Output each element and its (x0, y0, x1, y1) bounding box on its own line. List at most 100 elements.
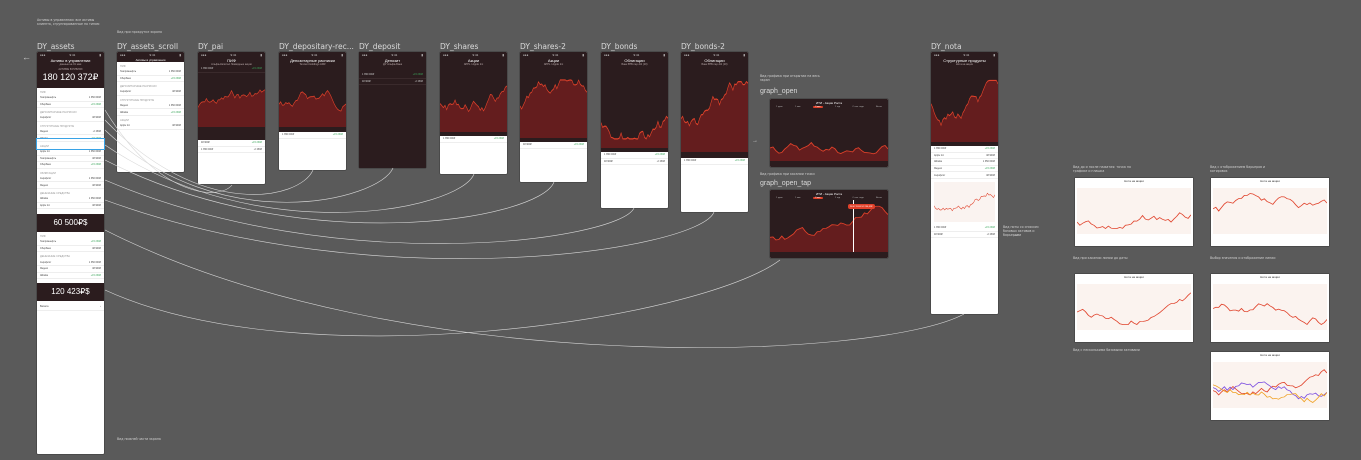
asset-name: Яндекс (40, 267, 49, 271)
note-scroll: Вид при прокрутке экрана (117, 30, 163, 34)
tab-period-active[interactable]: 3 мес (813, 197, 823, 199)
asset-value: 48 900₽ (92, 203, 101, 207)
back-arrow-icon[interactable]: ← (22, 52, 31, 62)
note-bottom: Вид нижней части экрана (117, 437, 161, 441)
basket-value: 48 900₽ (986, 153, 995, 157)
asset-row[interactable]: Яндекс -2 150₽ (37, 129, 104, 136)
shares2-chart[interactable] (520, 72, 587, 138)
asset-row[interactable]: Яндекс 48 900₽ (37, 182, 104, 189)
asset-change: +15 230₽ (90, 273, 101, 277)
tab-period[interactable]: 1 день (776, 106, 783, 108)
tab-period[interactable]: С нач. года (852, 197, 863, 199)
nota-panel-chart[interactable] (1212, 362, 1328, 408)
tab-period[interactable]: Всего (876, 106, 882, 108)
connector (104, 259, 781, 337)
detail-row: 1 350 000₽ +15 230₽ (198, 66, 265, 73)
assets-total-usd2: 120 423₽$ (51, 287, 90, 297)
asset-row[interactable]: Газпромнефть 1 350 000₽ (37, 95, 104, 102)
asset-row[interactable]: Apple Inc 48 900₽ (37, 203, 104, 210)
tab-period[interactable]: Всего (876, 197, 882, 199)
asset-name: Аэрофлот (40, 116, 52, 120)
asset-value: 1 350 000₽ (88, 177, 101, 181)
tab-period[interactable]: 1 день (776, 197, 783, 199)
nota-panel-chart[interactable] (1212, 284, 1328, 330)
asset-row[interactable]: Газпромнефть 48 900₽ (37, 156, 104, 163)
nota-panel-chart-line (1076, 292, 1192, 325)
tab-period[interactable]: 1 год (835, 197, 840, 199)
nota-panel-chart[interactable] (1076, 188, 1192, 234)
asset-value: 48 900₽ (92, 183, 101, 187)
nota-note-2: Вид с отображением барьеров и котировок (1210, 165, 1266, 173)
asset-row[interactable]: Газпромнефть 1 350 000₽ (117, 69, 184, 76)
section-structured: СТРУКТУРНЫЕ ПРОДУКТЫ (120, 98, 155, 102)
detail-change: +15 230₽ (573, 143, 584, 147)
tab-period-active[interactable]: 3 мес (813, 106, 823, 108)
design-canvas: DY_assets DY_assets_scroll DY_pai DY_dep… (0, 0, 1361, 460)
bonds2-chart[interactable] (681, 72, 748, 152)
basket-row[interactable]: Apple Inc 48 900₽ (931, 153, 998, 160)
note-graph-tap: Вид графика при касании точки (760, 172, 815, 176)
frame-label-shares2: DY_shares-2 (520, 42, 566, 51)
asset-row[interactable]: Сбербанк +15 230₽ (117, 76, 184, 83)
tab-period[interactable]: 1 год (835, 106, 840, 108)
asset-name: Газпромнефть (40, 240, 57, 244)
asset-name: Сбербанк (40, 163, 51, 167)
nota-panel-chart[interactable] (1212, 188, 1328, 234)
chart-line (1076, 212, 1192, 229)
detail-value: 1 350 000₽ (684, 159, 697, 163)
currency-row[interactable]: Валюта › (37, 304, 104, 311)
asset-row[interactable]: Яндекс 1 350 000₽ (117, 103, 184, 110)
tab-period[interactable]: С нач. года (852, 106, 863, 108)
flow-arrow-icon: → (1013, 232, 1019, 238)
chart-area (770, 142, 888, 161)
asset-row[interactable]: Аэрофлот 1 350 000₽ (37, 259, 104, 266)
asset-row[interactable]: Аэрофлот 48 900₽ (117, 89, 184, 96)
bonds2-header: ●●● 9:41 ▮ Облигации Банк ВТБ пер.4/2 (10) (681, 52, 748, 158)
detail-change: -2 150₽ (986, 232, 995, 236)
nota-subtitle: Нота на акции (955, 63, 974, 66)
graph-open-chart[interactable] (770, 109, 888, 161)
shares-chart[interactable] (440, 72, 507, 132)
pai-chart[interactable] (198, 76, 265, 127)
basket-row[interactable]: Alibaba 1 350 000₽ (931, 159, 998, 166)
shares2-subtitle: APPL / Apple Inc (543, 63, 564, 66)
bonds-header: ●●● 9:41 ▮ Облигации Банк ВТБ пер.4/2 (10) (601, 52, 668, 152)
asset-row[interactable]: Alibaba +15 230₽ (37, 273, 104, 280)
asset-row[interactable]: Аэрофлот 1 350 000₽ (37, 176, 104, 183)
frame-label-shares: DY_shares (440, 42, 479, 51)
assets-screen: ●●● 9:41 ▮ Активы в управлении данные на 0… (37, 52, 104, 454)
asset-row[interactable]: Аэрофлот 48 900₽ (37, 115, 104, 122)
asset-row[interactable]: Сбербанк 48 900₽ (37, 246, 104, 253)
depositary-chart[interactable] (279, 72, 346, 127)
detail-value: 1 350 000₽ (201, 67, 214, 71)
asset-value: 48 900₽ (172, 124, 181, 128)
basket-name: Apple Inc (934, 153, 944, 157)
basket-row[interactable]: Аэрофлот 48 900₽ (931, 172, 998, 179)
pai-header: ●●● 9:41 ▮ ПИФ Альфа-Капитал Ликвидные акц… (198, 52, 265, 140)
tab-period[interactable]: 1 мес (795, 106, 801, 108)
chevron-right-icon: › (100, 305, 101, 309)
tab-period[interactable]: 1 мес (795, 197, 801, 199)
asset-row[interactable]: Яндекс 48 900₽ (37, 266, 104, 273)
detail-value: 1 350 000₽ (604, 153, 617, 157)
nota-chart-line (931, 79, 998, 142)
shares-screen: ●●● 9:41 ▮ Акции APPL / Apple Inc 1 350 00… (440, 52, 507, 174)
nota-chart[interactable] (931, 72, 998, 142)
assets-scroll-screen: ●●● 9:41 ▮ Активы в управлении ПИФ Газпром… (117, 52, 184, 172)
asset-name: Газпромнефть (40, 96, 57, 100)
asset-row[interactable]: Alibaba 1 350 000₽ (37, 196, 104, 203)
depositary-header: ●●● 9:41 ▮ Депозитарные расписки Tencent H… (279, 52, 346, 132)
asset-row[interactable]: Сбербанк +15 230₽ (37, 162, 104, 169)
asset-row[interactable]: Alibaba +15 230₽ (117, 109, 184, 116)
asset-row[interactable]: Сбербанк +15 230₽ (37, 102, 104, 109)
basket-name: Аэрофлот (934, 173, 946, 177)
nota-mini-chart[interactable] (934, 181, 995, 222)
selection-highlight (36, 138, 105, 150)
nota-panel-chart[interactable] (1076, 284, 1192, 330)
graph-tap-chart[interactable]: 28.07.2018 52 234,42₽ (770, 200, 888, 252)
frame-label-nota: DY_nota (931, 42, 962, 51)
asset-row[interactable]: Газпромнефть +15 230₽ (37, 239, 104, 246)
basket-row[interactable]: Яндекс +15 230₽ (931, 166, 998, 173)
asset-row[interactable]: Apple Inc 48 900₽ (117, 123, 184, 130)
bonds-chart[interactable] (601, 72, 668, 148)
